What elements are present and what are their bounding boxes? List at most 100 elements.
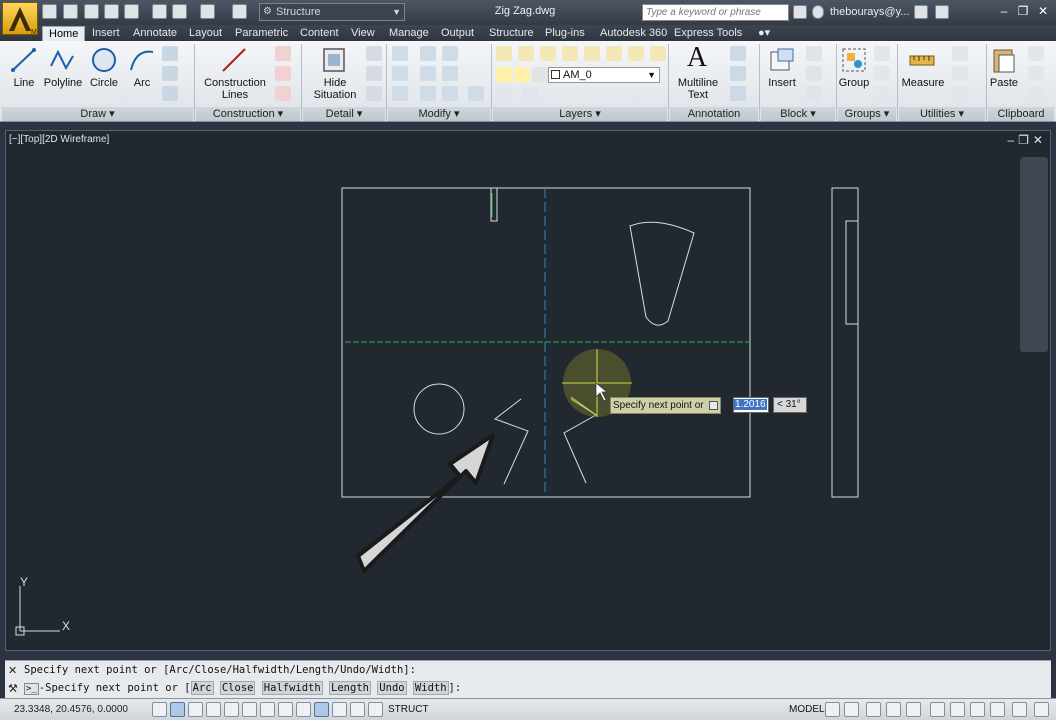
restore-icon[interactable]: ❐ <box>1014 3 1032 20</box>
application-menu-button[interactable]: M <box>2 2 38 36</box>
lock-ui-icon[interactable] <box>950 702 965 717</box>
tab-output[interactable]: Output <box>435 26 480 41</box>
quick-select-icon[interactable] <box>952 46 968 61</box>
layer-tool-icon[interactable] <box>540 46 556 61</box>
stretch-icon[interactable] <box>392 86 408 101</box>
tab-annotate[interactable]: Annotate <box>127 26 183 41</box>
layer-tool-icon[interactable] <box>496 87 512 102</box>
copy-clip-icon[interactable] <box>1028 66 1044 81</box>
construction-lines-icon[interactable] <box>220 46 248 74</box>
user-icon[interactable] <box>812 5 824 19</box>
dynamic-input-icon[interactable] <box>314 702 329 717</box>
user-account[interactable]: thebourays@y... <box>830 6 909 18</box>
groups-panel-title[interactable]: Groups ▾ <box>838 107 896 121</box>
option-undo[interactable]: Undo <box>377 681 407 695</box>
object-snap-tracking-icon[interactable] <box>278 702 293 717</box>
quick-view-drawings-icon[interactable] <box>844 702 859 717</box>
angle-input-field[interactable]: < 31° <box>773 397 807 413</box>
mirror-icon[interactable] <box>420 66 436 81</box>
transparency-icon[interactable] <box>350 702 365 717</box>
hardware-acceleration-icon[interactable] <box>970 702 985 717</box>
undo-icon[interactable] <box>172 4 187 19</box>
open-file-icon[interactable] <box>63 4 78 19</box>
workspace-switching-icon[interactable] <box>930 702 945 717</box>
measure-label[interactable]: Measure <box>900 77 946 89</box>
insert-label[interactable]: Insert <box>762 77 802 89</box>
3d-osnap-icon[interactable] <box>260 702 275 717</box>
move-icon[interactable] <box>392 46 408 61</box>
workspace-switch-icon[interactable] <box>232 4 247 19</box>
layer-tool-icon[interactable] <box>650 46 666 61</box>
arc-icon[interactable] <box>128 46 156 74</box>
close-icon[interactable]: ✕ <box>1034 3 1052 20</box>
quick-properties-icon[interactable] <box>368 702 383 717</box>
command-line[interactable]: ✕ ⚒ Specify next point or [Arc/Close/Hal… <box>5 660 1051 698</box>
construction-lines-label[interactable]: Construction Lines <box>198 77 272 101</box>
layer-properties-icon[interactable] <box>496 46 512 61</box>
new-file-icon[interactable] <box>42 4 57 19</box>
tab-insert[interactable]: Insert <box>86 26 126 41</box>
layer-state-icon[interactable] <box>518 46 534 61</box>
block-attribute-icon[interactable] <box>806 86 822 101</box>
save-icon[interactable] <box>84 4 99 19</box>
draw-panel-title[interactable]: Draw ▾ <box>2 107 193 121</box>
drawing-canvas[interactable] <box>6 131 1050 650</box>
paste-label[interactable]: Paste <box>986 77 1022 89</box>
object-snap-icon[interactable] <box>242 702 257 717</box>
detail-tool-icon[interactable] <box>366 86 382 101</box>
grid-icon[interactable] <box>188 702 203 717</box>
detail-panel-title[interactable]: Detail ▾ <box>303 107 385 121</box>
measure-icon[interactable] <box>908 46 936 74</box>
save-as-icon[interactable] <box>104 4 119 19</box>
circle-label[interactable]: Circle <box>86 77 122 89</box>
infer-constraints-icon[interactable] <box>152 702 167 717</box>
line-icon[interactable] <box>10 46 38 74</box>
multiline-text-icon[interactable]: A <box>682 43 712 73</box>
fillet-icon[interactable] <box>442 86 458 101</box>
layers-panel-title[interactable]: Layers ▾ <box>493 107 667 121</box>
ortho-icon[interactable] <box>206 702 221 717</box>
search-input[interactable]: Type a keyword or phrase <box>642 4 789 21</box>
isolate-objects-icon[interactable] <box>990 702 1005 717</box>
layer-select[interactable]: AM_0 ▼ <box>548 67 660 83</box>
annotation-panel-title[interactable]: Annotation <box>670 107 758 121</box>
insert-block-icon[interactable] <box>768 46 796 74</box>
tab-home[interactable]: Home <box>42 26 86 41</box>
clipboard-panel-title[interactable]: Clipboard <box>988 107 1054 121</box>
intersection-icon[interactable] <box>275 66 291 81</box>
option-arc[interactable]: Arc <box>190 681 214 695</box>
erase-construction-icon[interactable] <box>275 86 291 101</box>
binoculars-icon[interactable] <box>793 5 807 19</box>
gradient-icon[interactable] <box>162 86 178 101</box>
layer-tool-icon[interactable] <box>584 46 600 61</box>
utilities-panel-title[interactable]: Utilities ▾ <box>899 107 985 121</box>
tab-content[interactable]: Content <box>294 26 345 41</box>
options-arrow-icon[interactable] <box>708 401 718 410</box>
annotation-visibility-icon[interactable] <box>886 702 901 717</box>
cut-icon[interactable] <box>1028 46 1044 61</box>
layer-tool-icon[interactable] <box>522 87 538 102</box>
model-space-toggle[interactable]: MODEL <box>789 704 825 715</box>
plot-preview-icon[interactable] <box>124 4 139 19</box>
circle-icon[interactable] <box>90 46 118 74</box>
drawing-viewport[interactable]: [−][Top][2D Wireframe] –❐✕ Y X Specify n… <box>5 130 1051 651</box>
status-bar-menu-icon[interactable] <box>1012 702 1027 717</box>
hide-situation-icon[interactable] <box>320 46 348 74</box>
paste-icon[interactable] <box>990 46 1018 74</box>
trim-icon[interactable] <box>442 66 458 81</box>
id-point-icon[interactable] <box>952 66 968 81</box>
block-panel-title[interactable]: Block ▾ <box>761 107 835 121</box>
help-icon[interactable] <box>935 5 949 19</box>
group-edit-icon[interactable] <box>874 66 890 81</box>
match-properties-icon[interactable] <box>1028 86 1044 101</box>
sun-icon[interactable] <box>514 67 530 82</box>
workspace-select[interactable]: ⚙ Structure ▼ <box>259 3 405 21</box>
layer-tool-icon[interactable] <box>628 46 644 61</box>
hatch-icon[interactable] <box>162 66 178 81</box>
command-prompt[interactable]: >_ -Specify next point or [Arc Close Half… <box>24 681 461 695</box>
length-input-field[interactable]: 1.2016 <box>733 397 769 413</box>
calculator-icon[interactable] <box>952 86 968 101</box>
option-width[interactable]: Width <box>412 681 449 695</box>
group-icon[interactable] <box>840 46 868 74</box>
edit-block-icon[interactable] <box>806 66 822 81</box>
